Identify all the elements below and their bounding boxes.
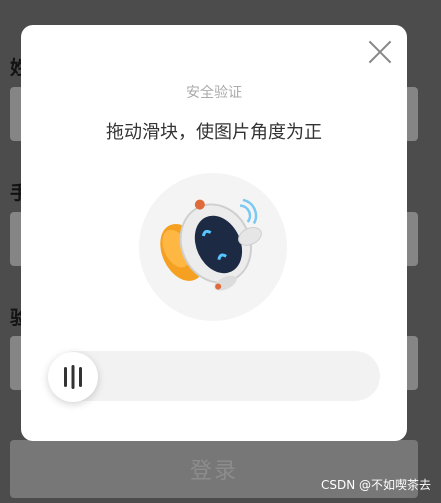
robot-mascot-icon [160, 198, 262, 291]
captcha-modal: 安全验证 拖动滑块，使图片角度为正 [21, 25, 407, 441]
modal-title: 拖动滑块，使图片角度为正 [106, 122, 322, 143]
watermark: CSDN @不如喫茶去 [320, 478, 431, 492]
modal-subtitle: 安全验证 [186, 85, 242, 101]
slider-handle[interactable] [48, 352, 98, 402]
slider-track[interactable] [51, 351, 380, 401]
grip-lines-icon [64, 365, 82, 389]
captcha-image [139, 173, 287, 321]
close-icon[interactable] [367, 39, 393, 65]
